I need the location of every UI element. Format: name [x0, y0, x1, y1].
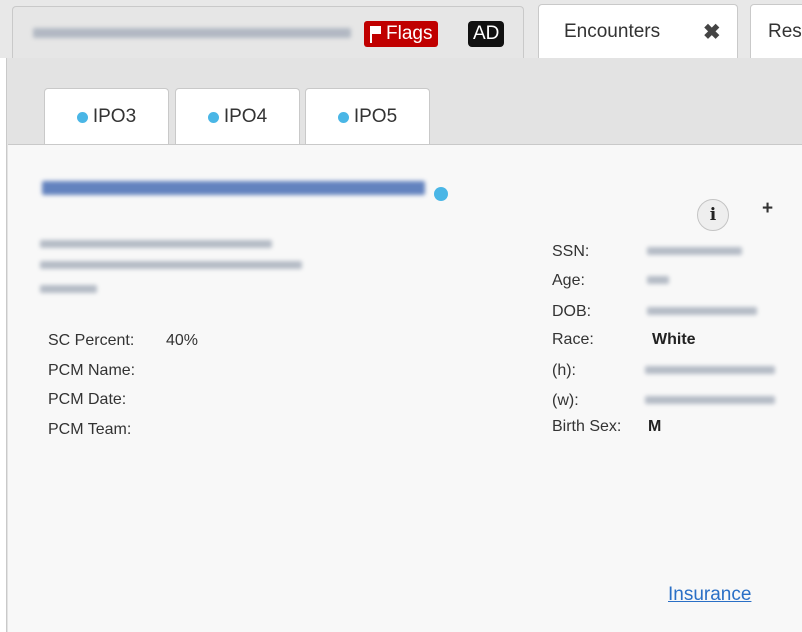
add-icon[interactable]: +	[762, 198, 773, 220]
subtab-ipo3[interactable]: IPO3	[44, 88, 169, 145]
home-phone-label: (h):	[552, 362, 576, 379]
tab-encounters-label: Encounters	[564, 21, 661, 42]
subtab-label: IPO5	[353, 106, 398, 127]
flags-button[interactable]: Flags	[364, 21, 439, 47]
pcm-name-label: PCM Name:	[48, 362, 136, 379]
flag-icon	[370, 25, 382, 43]
status-dot-icon	[434, 187, 448, 201]
subtab-ipo4[interactable]: IPO4	[175, 88, 300, 145]
redacted-work-phone	[645, 396, 775, 404]
redacted-address-line-1	[40, 240, 272, 248]
age-label: Age:	[552, 272, 585, 289]
tab-res[interactable]: Res	[750, 4, 802, 59]
redacted-address-line-2	[40, 261, 302, 269]
status-dot-icon	[337, 111, 349, 123]
subtab-label: IPO4	[223, 106, 268, 127]
status-dot-icon	[76, 111, 88, 123]
subtab-ipo5[interactable]: IPO5	[305, 88, 430, 145]
redacted-ssn	[647, 247, 742, 255]
redacted-patient-name	[33, 28, 351, 38]
patient-tab[interactable]	[12, 6, 524, 59]
redacted-patient-heading	[42, 181, 425, 195]
redacted-home-phone	[645, 366, 775, 374]
race-label: Race:	[552, 331, 594, 348]
tab-encounters[interactable]: Encounters ✖	[538, 4, 738, 59]
status-dot-icon	[207, 111, 219, 123]
pcm-team-label: PCM Team:	[48, 421, 132, 438]
race-value: White	[652, 331, 696, 348]
ad-badge[interactable]: AD	[468, 21, 505, 47]
sc-percent-label: SC Percent:	[48, 332, 135, 349]
subtab-label: IPO3	[92, 106, 137, 127]
patient-details	[8, 144, 802, 632]
dob-label: DOB:	[552, 303, 592, 320]
tab-res-label: Res	[768, 21, 802, 42]
redacted-age	[647, 276, 669, 284]
pcm-date-label: PCM Date:	[48, 391, 127, 408]
birth-sex-label: Birth Sex:	[552, 418, 622, 435]
ssn-label: SSN:	[552, 243, 590, 260]
redacted-dob	[647, 307, 757, 315]
birth-sex-value: M	[648, 418, 662, 435]
sc-percent-value: 40%	[166, 332, 199, 349]
info-icon[interactable]: i	[697, 199, 729, 231]
insurance-link[interactable]: Insurance	[668, 584, 751, 606]
close-icon[interactable]: ✖	[703, 21, 721, 45]
redacted-address-line-3	[40, 285, 97, 293]
flags-label: Flags	[386, 23, 433, 44]
work-phone-label: (w):	[552, 392, 579, 409]
